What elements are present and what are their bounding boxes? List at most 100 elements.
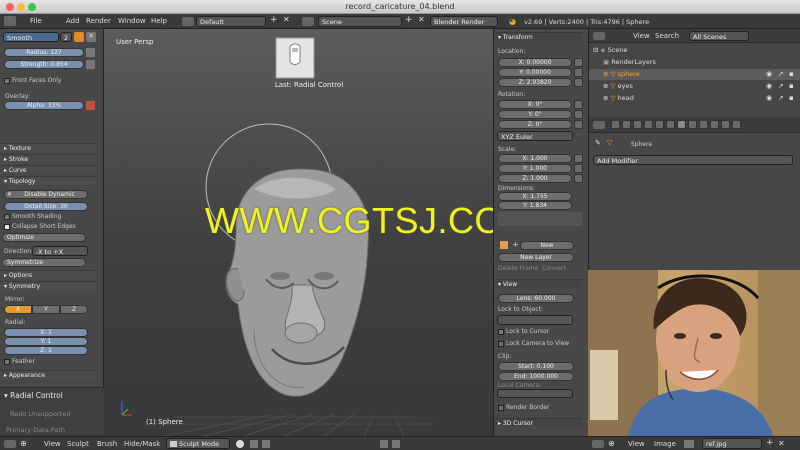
- alpha-field[interactable]: Alpha: 33%: [4, 101, 84, 110]
- image-editor-icon[interactable]: [592, 440, 604, 448]
- transform-panel-header[interactable]: ▾ Transform: [494, 32, 582, 41]
- lock-rotation-x-icon[interactable]: [574, 100, 583, 109]
- scale-y-field[interactable]: Y: 1.000: [498, 164, 572, 173]
- rotation-y-field[interactable]: Y: 0°: [498, 110, 572, 119]
- mode-select[interactable]: Sculpt Mode: [166, 438, 230, 449]
- location-z-field[interactable]: Z: 2.93820: [498, 78, 572, 87]
- lock-rotation-z-icon[interactable]: [574, 120, 583, 129]
- stroke-panel-header[interactable]: ▸ Stroke: [0, 154, 96, 163]
- unlink-brush-icon[interactable]: ✕: [86, 32, 96, 42]
- menu-sculpt[interactable]: Sculpt: [67, 440, 89, 448]
- outliner-item-renderlayers[interactable]: ▣ RenderLayers: [603, 58, 656, 66]
- lock-object-field[interactable]: [497, 315, 573, 325]
- manipulator-icon[interactable]: [262, 440, 270, 448]
- operator-title[interactable]: ▾ Radial Control: [4, 391, 63, 400]
- 3d-cursor-panel-header[interactable]: ▸ 3D Cursor: [494, 418, 582, 427]
- curve-panel-header[interactable]: ▸ Curve: [0, 165, 96, 174]
- overlay-toggle-icon[interactable]: [86, 101, 95, 110]
- convert-button[interactable]: Convert: [542, 265, 566, 272]
- layers-icon[interactable]: [380, 440, 388, 448]
- clip-start-field[interactable]: Start: 0.100: [498, 362, 574, 371]
- pin-icon[interactable]: ✎: [595, 139, 601, 147]
- menu-render[interactable]: Render: [86, 17, 111, 25]
- location-y-field[interactable]: Y: 0.00000: [498, 68, 572, 77]
- mirror-y-toggle[interactable]: Y: [32, 305, 60, 314]
- select-arrow-icon[interactable]: ➚: [778, 82, 784, 90]
- optimize-button[interactable]: Optimize: [2, 233, 86, 242]
- expand-icon[interactable]: ⊕: [608, 439, 615, 448]
- lock-scale-y-icon[interactable]: [574, 164, 583, 173]
- select-arrow-icon[interactable]: ➚: [778, 94, 784, 102]
- strength-pressure-icon[interactable]: [86, 60, 95, 69]
- local-camera-field[interactable]: [497, 389, 573, 398]
- scale-z-field[interactable]: Z: 1.000: [498, 174, 572, 183]
- radial-z-field[interactable]: Z: 1: [4, 346, 88, 355]
- lock-cursor-checkbox[interactable]: Lock to Cursor: [498, 328, 549, 335]
- remove-layout-icon[interactable]: ✕: [283, 15, 290, 24]
- unlink-image-icon[interactable]: ✕: [778, 439, 785, 448]
- rotation-z-field[interactable]: Z: 0°: [498, 120, 572, 129]
- outliner-search-menu[interactable]: Search: [655, 32, 679, 40]
- scene-tab-icon[interactable]: [633, 120, 642, 129]
- symmetry-panel-header[interactable]: ▾ Symmetry: [0, 281, 96, 290]
- visibility-eye-icon[interactable]: ◉: [766, 82, 772, 90]
- appearance-panel-header[interactable]: ▸ Appearance: [0, 370, 96, 379]
- visibility-eye-icon[interactable]: ◉: [766, 94, 772, 102]
- rotation-x-field[interactable]: X: 0°: [498, 100, 572, 109]
- editor-type-icon[interactable]: [4, 16, 16, 26]
- expand-icon[interactable]: ⊕: [20, 439, 27, 448]
- lock-location-x-icon[interactable]: [574, 58, 583, 67]
- render-tab-icon[interactable]: [611, 120, 620, 129]
- render-camera-icon[interactable]: ▪: [789, 70, 794, 78]
- menu-hide-mask[interactable]: Hide/Mask: [124, 440, 160, 448]
- scene-select[interactable]: Scene: [318, 16, 402, 27]
- material-tab-icon[interactable]: [699, 120, 708, 129]
- layout-icon[interactable]: [182, 17, 194, 26]
- particles-tab-icon[interactable]: [721, 120, 730, 129]
- options-panel-header[interactable]: ▸ Options: [0, 270, 96, 279]
- outliner-scope-select[interactable]: All Scenes: [689, 31, 749, 41]
- layout-select[interactable]: Default: [196, 16, 266, 27]
- pencil-icon[interactable]: [500, 241, 508, 249]
- add-icon[interactable]: +: [512, 240, 519, 249]
- dimension-x-field[interactable]: X: 1.755: [498, 192, 572, 201]
- topology-panel-header[interactable]: ▾ Topology: [0, 176, 96, 185]
- render-engine-select[interactable]: Blender Render: [430, 16, 498, 27]
- clip-end-field[interactable]: End: 1000.000: [498, 372, 574, 381]
- image-name-field[interactable]: ref.jpg: [702, 438, 762, 449]
- add-scene-icon[interactable]: +: [405, 15, 413, 25]
- add-image-icon[interactable]: +: [766, 438, 774, 448]
- lock-rotation-y-icon[interactable]: [574, 110, 583, 119]
- lock-scale-x-icon[interactable]: [574, 154, 583, 163]
- detail-size-field[interactable]: Detail Size: 30: [4, 202, 88, 211]
- modifiers-tab-icon[interactable]: [677, 120, 686, 129]
- mirror-z-toggle[interactable]: Z: [60, 305, 88, 314]
- rotation-mode-select[interactable]: XYZ Euler: [497, 131, 573, 141]
- world-tab-icon[interactable]: [644, 120, 653, 129]
- outliner-item-eyes[interactable]: ⊕ ▽ eyes: [603, 82, 633, 90]
- scale-x-field[interactable]: X: 1.000: [498, 154, 572, 163]
- remove-scene-icon[interactable]: ✕: [418, 15, 425, 24]
- add-layout-icon[interactable]: +: [270, 15, 278, 25]
- fake-user-icon[interactable]: [74, 32, 84, 42]
- render-layers-tab-icon[interactable]: [622, 120, 631, 129]
- texture-panel-header[interactable]: ▸ Texture: [0, 143, 96, 152]
- location-x-field[interactable]: X: 0.00000: [498, 58, 572, 67]
- shading-solid-icon[interactable]: [236, 440, 244, 448]
- brush-user-count[interactable]: 2: [60, 32, 72, 42]
- render-border-checkbox[interactable]: Render Border: [498, 404, 549, 411]
- menu-help[interactable]: Help: [151, 17, 167, 25]
- data-tab-icon[interactable]: [688, 120, 697, 129]
- render-camera-icon[interactable]: ▪: [789, 94, 794, 102]
- front-faces-checkbox[interactable]: Front Faces Only: [4, 77, 61, 84]
- image-menu-view[interactable]: View: [628, 440, 645, 448]
- lock-location-y-icon[interactable]: [574, 68, 583, 77]
- mirror-x-toggle[interactable]: X: [4, 305, 32, 314]
- radial-x-field[interactable]: X: 1: [4, 328, 88, 337]
- image-browse-icon[interactable]: [684, 440, 694, 448]
- brush-select[interactable]: Smooth: [3, 32, 59, 42]
- radius-pressure-icon[interactable]: [86, 48, 95, 57]
- strength-field[interactable]: Strength: 0.854: [4, 60, 84, 69]
- physics-tab-icon[interactable]: [732, 120, 741, 129]
- collapse-edges-checkbox[interactable]: Collapse Short Edges: [4, 223, 76, 230]
